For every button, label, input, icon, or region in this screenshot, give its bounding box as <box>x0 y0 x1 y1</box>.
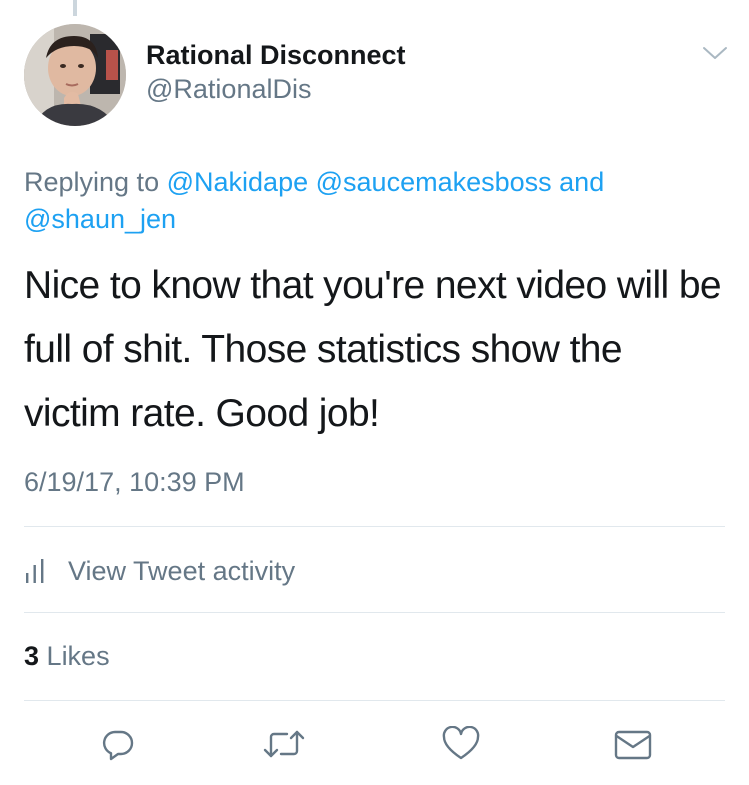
reply-icon <box>102 730 134 761</box>
likes-count[interactable]: 3 Likes <box>24 638 110 674</box>
bar-chart-icon <box>26 559 44 583</box>
thread-connector-line <box>73 0 77 16</box>
mention-link[interactable]: @shaun_jen <box>24 204 176 234</box>
tweet-text: Nice to know that you're next video will… <box>24 264 722 435</box>
retweet-button[interactable] <box>261 724 307 764</box>
tweet-timestamp: 6/19/17, 10:39 PM <box>24 467 245 497</box>
divider <box>24 526 725 527</box>
direct-message-button[interactable] <box>610 724 656 764</box>
tweet-header: Rational Disconnect @RationalDis <box>146 38 406 106</box>
display-name[interactable]: Rational Disconnect <box>146 38 406 72</box>
replying-prefix: Replying to <box>24 167 160 197</box>
mention-link[interactable]: @saucemakesboss <box>316 167 552 197</box>
view-tweet-activity-label: View Tweet activity <box>68 555 296 586</box>
user-handle[interactable]: @RationalDis <box>146 72 406 106</box>
avatar-image <box>24 24 126 126</box>
chevron-down-icon[interactable] <box>702 44 728 62</box>
like-button[interactable] <box>438 724 484 764</box>
avatar[interactable] <box>24 24 126 126</box>
view-tweet-activity-button[interactable]: View Tweet activity <box>24 552 295 590</box>
replying-to-line: Replying to @Nakidape @saucemakesboss an… <box>24 164 724 238</box>
retweet-icon <box>263 730 305 758</box>
likes-number: 3 <box>24 641 40 671</box>
divider <box>24 612 725 613</box>
divider <box>24 700 725 701</box>
mentions-joiner: and <box>559 167 605 197</box>
heart-icon <box>442 726 480 760</box>
likes-label: Likes <box>46 641 110 671</box>
envelope-icon <box>614 730 652 760</box>
reply-button[interactable] <box>95 724 141 764</box>
mention-link[interactable]: @Nakidape <box>167 167 309 197</box>
